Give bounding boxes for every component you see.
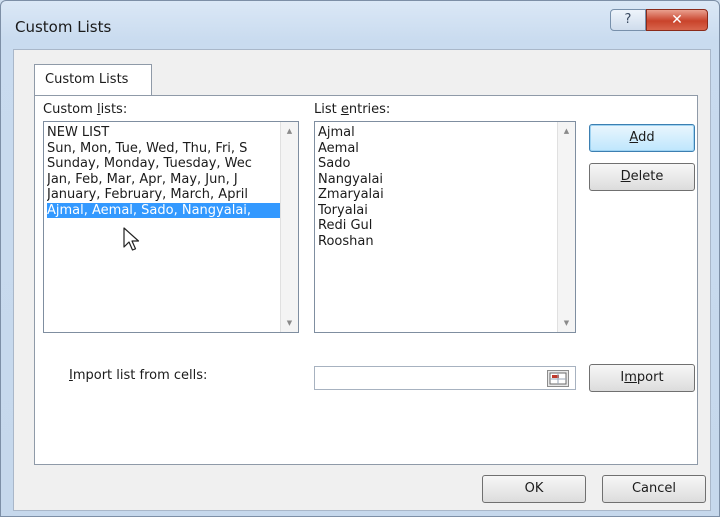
list-entry: Sado	[318, 156, 351, 171]
list-entries-label: List entries:	[314, 102, 391, 117]
ok-button[interactable]: OK	[482, 475, 586, 503]
import-button[interactable]: Import	[589, 364, 695, 392]
list-item[interactable]: Sun, Mon, Tue, Wed, Thu, Fri, S	[47, 141, 280, 157]
import-range-input[interactable]	[314, 366, 576, 390]
tab-panel: Custom lists: NEW LIST Sun, Mon, Tue, We…	[34, 95, 698, 465]
help-icon: ?	[624, 12, 632, 27]
cancel-button[interactable]: Cancel	[602, 475, 706, 503]
delete-button[interactable]: Delete	[589, 163, 695, 191]
list-entry: Nangyalai	[318, 171, 384, 187]
add-button[interactable]: Add	[589, 124, 695, 152]
list-entry: Aemal	[318, 140, 359, 156]
custom-lists-scrollbar[interactable]: ▲ ▼	[280, 122, 298, 332]
tab-custom-lists[interactable]: Custom Lists	[34, 64, 152, 96]
list-item-selected[interactable]: Ajmal, Aemal, Sado, Nangyalai,	[47, 202, 280, 218]
custom-lists-listbox[interactable]: NEW LIST Sun, Mon, Tue, Wed, Thu, Fri, S…	[43, 121, 299, 333]
list-item[interactable]: January, February, March, April	[47, 187, 280, 203]
scroll-up-icon[interactable]: ▲	[558, 127, 575, 135]
range-select-icon	[549, 372, 567, 385]
close-icon: ✕	[671, 12, 683, 28]
list-entries-scrollbar[interactable]: ▲ ▼	[557, 122, 575, 332]
list-entries-textbox[interactable]: Ajmal Aemal Sado Nangyalai Zmaryalai Tor…	[314, 121, 576, 333]
collapse-dialog-button[interactable]	[547, 370, 569, 387]
list-item[interactable]: Jan, Feb, Mar, Apr, May, Jun, J	[47, 172, 280, 188]
scroll-up-icon[interactable]: ▲	[281, 127, 298, 135]
import-list-label: Import list from cells:	[69, 368, 208, 383]
scroll-down-icon[interactable]: ▼	[558, 319, 575, 327]
list-entry: Toryalai	[318, 202, 368, 218]
close-button[interactable]: ✕	[646, 9, 708, 31]
list-item[interactable]: NEW LIST	[47, 125, 280, 141]
list-entry: Rooshan	[318, 233, 374, 249]
dialog-body: Custom Lists Custom lists: NEW LIST Sun,…	[13, 49, 711, 511]
help-button[interactable]: ?	[610, 9, 646, 31]
list-item[interactable]: Sunday, Monday, Tuesday, Wec	[47, 156, 280, 172]
list-entry: Ajmal	[318, 125, 355, 140]
mouse-pointer-icon	[123, 227, 140, 251]
list-entry: Redi Gul	[318, 218, 373, 233]
scroll-down-icon[interactable]: ▼	[281, 319, 298, 327]
dialog-title: Custom Lists	[15, 18, 112, 36]
custom-lists-label: Custom lists:	[43, 102, 128, 117]
custom-lists-dialog: Custom Lists ? ✕ Custom Lists Custom lis…	[0, 0, 720, 517]
list-entry: Zmaryalai	[318, 187, 384, 202]
tab-custom-lists-label: Custom Lists	[45, 72, 129, 87]
